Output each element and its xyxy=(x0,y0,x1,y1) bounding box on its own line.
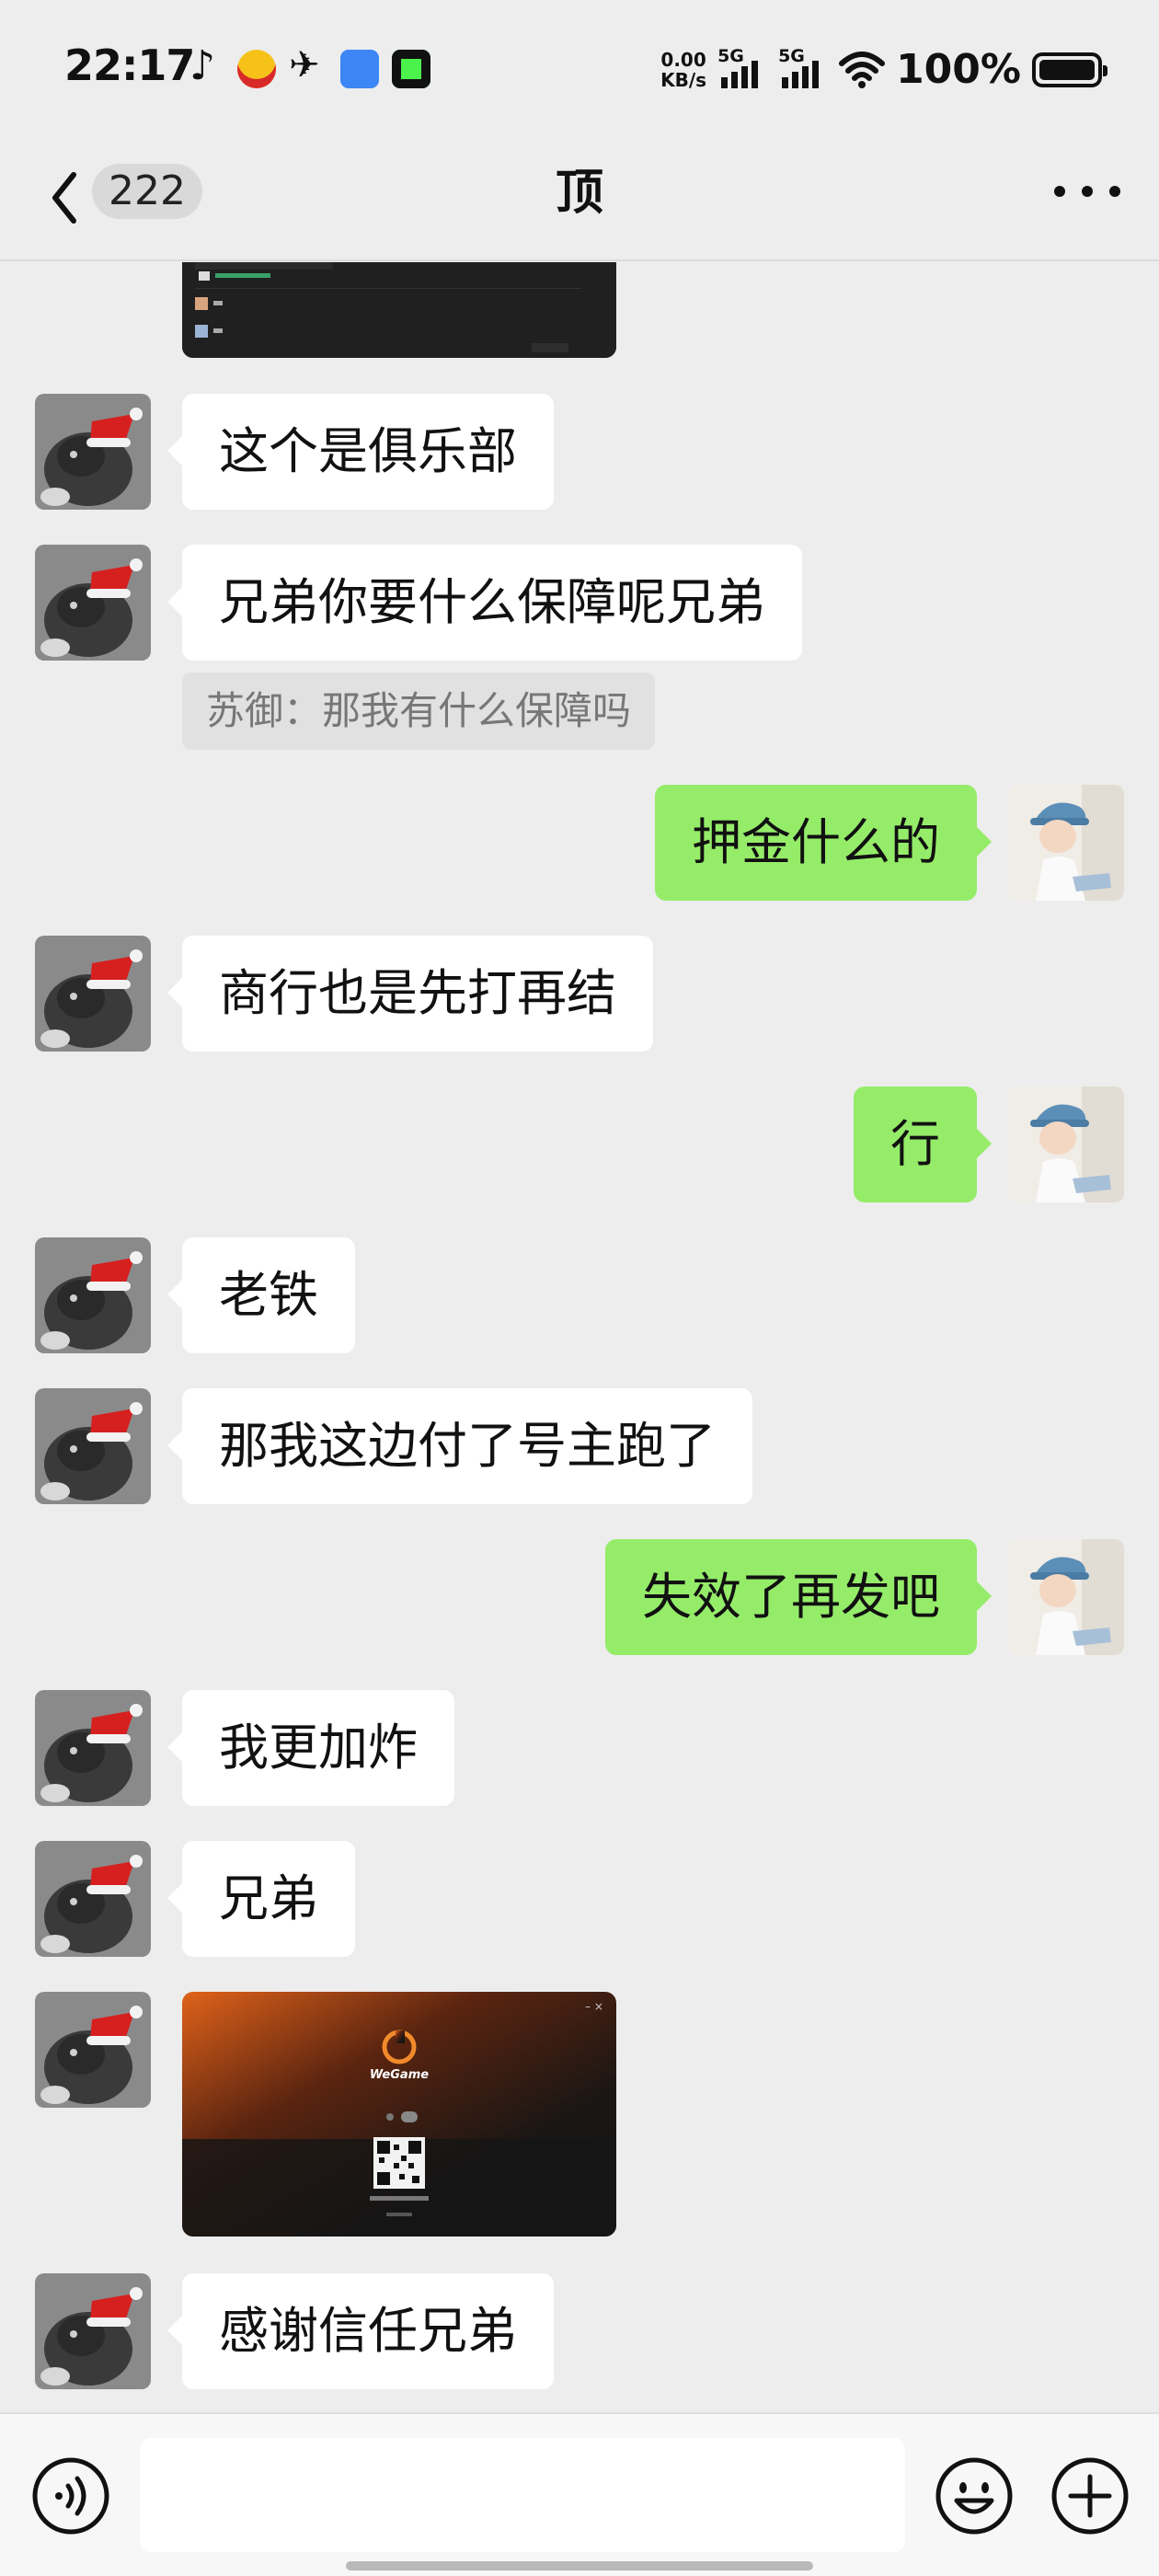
app-blue-icon xyxy=(340,50,379,88)
music-app-icon xyxy=(392,50,430,88)
signal-1-icon: 5G xyxy=(717,46,767,90)
message-bubble[interactable]: 兄弟 xyxy=(167,1841,355,1957)
image-message[interactable] xyxy=(182,262,616,358)
plane-icon xyxy=(289,44,327,88)
message-bubble-outgoing[interactable]: 行 xyxy=(854,1087,992,1202)
battery-icon xyxy=(1032,52,1107,87)
voice-input-icon[interactable] xyxy=(31,2456,110,2536)
message-bubble[interactable]: 我更加炸 xyxy=(167,1690,454,1806)
contact-avatar[interactable] xyxy=(35,1690,151,1806)
contact-avatar[interactable] xyxy=(35,936,151,1052)
message-bubble[interactable]: 感谢信任兄弟 xyxy=(167,2273,554,2389)
contact-avatar[interactable] xyxy=(35,1388,151,1504)
svg-text:– ×: – × xyxy=(585,2000,603,2013)
message-bubble[interactable]: 那我这边付了号主跑了 xyxy=(167,1388,752,1504)
message-bubble-outgoing[interactable]: 押金什么的 xyxy=(655,785,992,901)
contact-avatar[interactable] xyxy=(35,1992,151,2108)
my-avatar[interactable] xyxy=(1008,1539,1124,1655)
message-bubble[interactable]: 商行也是先打再结 xyxy=(167,936,653,1052)
system-indicators: 0.00 KB/s 5G 5G 100% xyxy=(660,46,1107,93)
wifi-icon xyxy=(839,51,886,88)
status-bar: 22:17 0.00 KB/s 5G 5G 100% xyxy=(0,0,1159,138)
more-options-icon[interactable] xyxy=(1054,173,1120,210)
signal-2-icon: 5G xyxy=(778,46,828,90)
network-speed: 0.00 KB/s xyxy=(660,48,707,91)
quoted-reply[interactable]: 苏御：那我有什么保障吗 xyxy=(182,673,656,750)
contact-avatar[interactable] xyxy=(35,2273,151,2389)
plus-icon[interactable] xyxy=(1050,2456,1130,2536)
contact-avatar[interactable] xyxy=(35,394,151,510)
message-bubble[interactable]: 老铁 xyxy=(167,1237,355,1353)
chat-message-list[interactable]: 这个是俱乐部 兄弟你要什么保障呢兄弟 苏御：那我有什么保障吗 押金什么的 商行也… xyxy=(0,262,1159,2410)
wegame-label: WeGame xyxy=(370,2068,429,2082)
tiktok-icon xyxy=(186,42,224,89)
contact-avatar[interactable] xyxy=(35,545,151,661)
message-bubble-outgoing[interactable]: 失效了再发吧 xyxy=(605,1539,992,1655)
chat-header: 222 顶 xyxy=(0,138,1159,261)
my-avatar[interactable] xyxy=(1008,1087,1124,1202)
status-time: 22:17 xyxy=(64,40,195,90)
my-avatar[interactable] xyxy=(1008,785,1124,901)
contact-avatar[interactable] xyxy=(35,1841,151,1957)
battery-percent: 100% xyxy=(896,46,1021,93)
message-bubble[interactable]: 兄弟你要什么保障呢兄弟 xyxy=(167,545,802,661)
message-input[interactable] xyxy=(140,2438,905,2552)
contact-avatar[interactable] xyxy=(35,1237,151,1353)
emoji-icon[interactable] xyxy=(935,2456,1014,2536)
image-message-wegame[interactable]: – × WeGame xyxy=(182,1992,616,2237)
notification-icons xyxy=(186,42,430,89)
message-bubble[interactable]: 这个是俱乐部 xyxy=(167,394,554,510)
message-input-bar xyxy=(0,2412,1159,2576)
app-notification-icon xyxy=(237,50,276,88)
home-indicator[interactable] xyxy=(346,2561,813,2570)
chat-title: 顶 xyxy=(555,166,603,221)
